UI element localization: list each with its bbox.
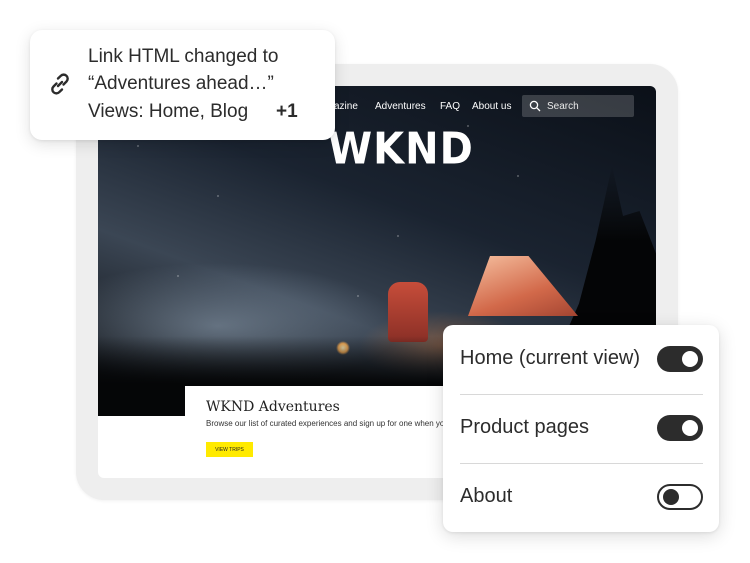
notification-line-2: “Adventures ahead…” — [88, 73, 274, 94]
toggle-label-about: About — [460, 485, 513, 507]
change-notification-card: Link HTML changed to “Adventures ahead…”… — [30, 30, 335, 140]
toggle-knob — [682, 351, 698, 367]
notification-line-1: Link HTML changed to — [88, 46, 279, 67]
toggle-switch-about[interactable] — [657, 484, 703, 510]
toggle-row-home: Home (current view) — [460, 325, 703, 395]
toggle-row-product-pages: Product pages — [460, 394, 703, 464]
nav-about-us[interactable]: About us — [472, 101, 511, 112]
toggle-label-home: Home (current view) — [460, 347, 641, 369]
search-placeholder: Search — [547, 100, 579, 112]
nav-magazine[interactable]: azine — [334, 101, 358, 112]
campers — [388, 282, 428, 342]
site-logo[interactable]: WKND — [328, 124, 474, 175]
toggle-switch-product-pages[interactable] — [657, 415, 703, 441]
card-title: WKND Adventures — [206, 399, 340, 415]
notification-views: Views: Home, Blog — [88, 101, 249, 122]
toggle-label-product-pages: Product pages — [460, 416, 589, 438]
view-trips-button[interactable]: VIEW TRIPS — [206, 442, 253, 457]
toggle-knob — [682, 420, 698, 436]
view-toggle-panel: Home (current view) Product pages About — [443, 325, 719, 532]
nav-adventures[interactable]: Adventures — [375, 101, 426, 112]
search-input[interactable]: Search — [522, 95, 634, 117]
nav-faq[interactable]: FAQ — [440, 101, 460, 112]
link-icon — [51, 73, 69, 95]
toggle-switch-home[interactable] — [657, 346, 703, 372]
additional-views-count[interactable]: +1 — [276, 101, 298, 123]
toggle-row-about: About — [460, 463, 703, 532]
card-subtitle: Browse our list of curated experiences a… — [206, 419, 449, 428]
toggle-knob — [663, 489, 679, 505]
search-icon — [529, 100, 541, 112]
